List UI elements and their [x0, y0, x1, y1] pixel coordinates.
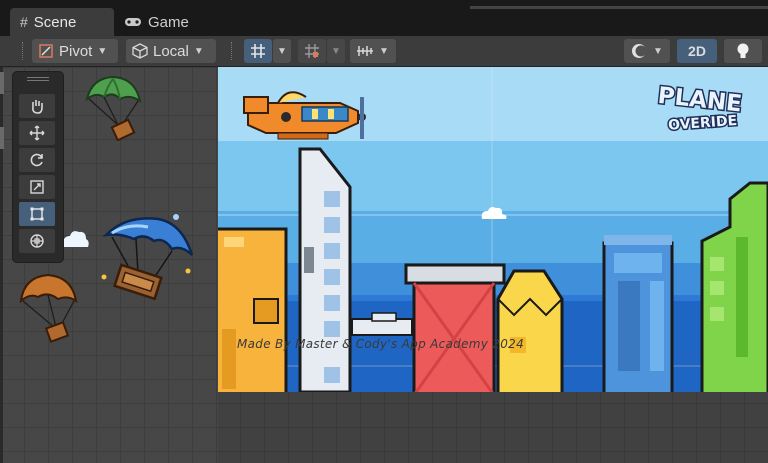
tab-game[interactable]: Game	[114, 8, 204, 36]
scene-edge-handle	[0, 72, 4, 94]
parachute-blue-crate-sprite[interactable]	[98, 211, 198, 303]
mode-2d-label: 2D	[688, 43, 706, 59]
chevron-down-icon: ▼	[331, 45, 341, 57]
tab-scene[interactable]: # Scene	[10, 8, 114, 36]
tabbar-divider	[470, 6, 768, 9]
cloud-fragment-sprite	[62, 231, 89, 247]
grid-options-dropdown[interactable]: ▼	[273, 39, 291, 63]
credit-text: Made By Master & Cody's App Academy 2024	[237, 337, 525, 351]
chevron-down-icon: ▼	[193, 45, 204, 57]
toolbar-grip	[22, 42, 25, 60]
increment-snap-dropdown[interactable]: ▼	[350, 39, 396, 63]
scene-edge-handle	[0, 127, 4, 149]
grid-hash-icon: #	[20, 14, 28, 30]
move-tool-button[interactable]	[19, 121, 55, 145]
scene-view[interactable]: PLANE OVERIDE Made By Master & Cody's Ap…	[0, 67, 768, 463]
transform-tool-button[interactable]	[19, 229, 55, 253]
chevron-down-icon: ▼	[97, 45, 108, 57]
editor-tab-bar: # Scene Game	[0, 0, 768, 36]
lightbulb-icon	[737, 43, 749, 58]
scale-tool-button[interactable]	[19, 175, 55, 199]
tab-scene-label: Scene	[33, 13, 77, 31]
rotate-tool-button[interactable]	[19, 148, 55, 172]
chevron-down-icon: ▼	[277, 45, 287, 57]
shading-mode-icon	[632, 44, 647, 58]
scale-icon	[30, 180, 44, 194]
pivot-icon	[39, 44, 53, 58]
tab-game-label: Game	[148, 13, 189, 31]
lighting-toggle[interactable]	[724, 39, 762, 63]
gamepad-icon	[125, 18, 141, 26]
cube-icon	[132, 43, 148, 59]
tool-palette	[13, 72, 63, 262]
pivot-dropdown[interactable]: Pivot ▼	[32, 39, 118, 63]
grid-visibility-toggle[interactable]	[244, 39, 272, 63]
rotate-icon	[30, 153, 43, 167]
pivot-label: Pivot	[59, 42, 93, 60]
grid-snap-toggle[interactable]	[298, 39, 326, 63]
parachute-orange-sprite[interactable]	[18, 273, 80, 345]
local-label: Local	[153, 42, 189, 60]
rect-tool-button[interactable]	[19, 202, 55, 226]
snap-options-dropdown[interactable]: ▼	[327, 39, 345, 63]
chevron-down-icon: ▼	[379, 45, 389, 57]
rect-transform-icon	[30, 207, 44, 221]
draw-mode-dropdown[interactable]: ▼	[624, 39, 670, 63]
move-arrows-icon	[29, 125, 45, 141]
scene-lower-area	[218, 392, 768, 463]
scene-toolbar: Pivot ▼ Local ▼ ▼ ▼ ▼ ▼ 2D	[0, 36, 768, 67]
transform-gizmo-icon	[30, 234, 44, 248]
snap-grid-icon	[305, 44, 319, 58]
palette-grip	[27, 77, 49, 81]
ruler-icon	[357, 46, 373, 56]
parachute-green-sprite[interactable]	[84, 75, 142, 141]
hand-icon	[32, 100, 43, 114]
mode-2d-toggle[interactable]: 2D	[677, 39, 717, 63]
local-dropdown[interactable]: Local ▼	[126, 39, 216, 63]
grid-icon	[251, 44, 265, 58]
hand-tool-button[interactable]	[19, 94, 55, 118]
toolbar-grip	[231, 42, 234, 60]
chevron-down-icon: ▼	[653, 45, 663, 57]
